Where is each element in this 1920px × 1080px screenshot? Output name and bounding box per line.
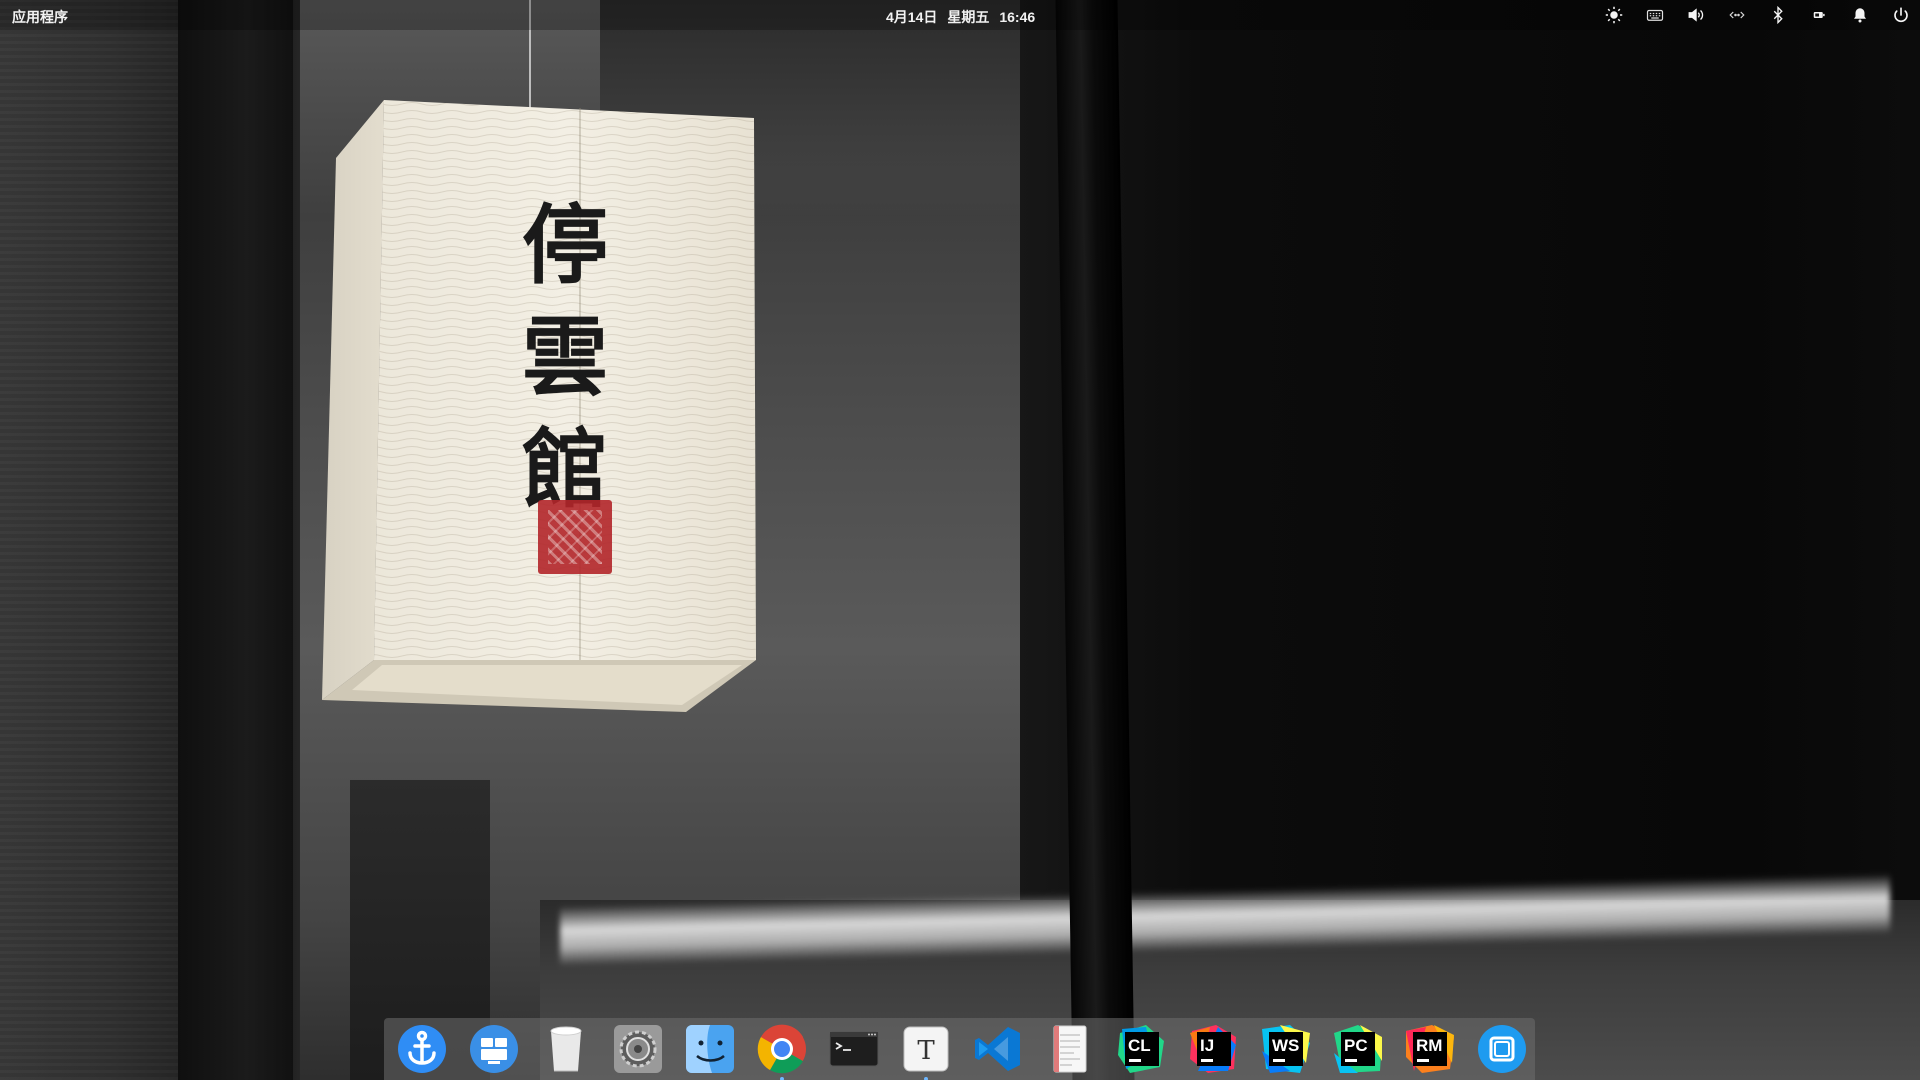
finder-icon[interactable] (684, 1023, 736, 1075)
clion-icon[interactable]: CL (1116, 1023, 1168, 1075)
intellij-icon[interactable]: IJ (1188, 1023, 1240, 1075)
anchor-icon[interactable] (396, 1023, 448, 1075)
power-icon[interactable] (1890, 4, 1912, 26)
webstorm-label: WS (1272, 1036, 1300, 1055)
clock[interactable]: 4月14日 星期五 16:46 (886, 7, 1045, 27)
notification-bell-icon[interactable] (1849, 4, 1871, 26)
clock-weekday: 星期五 (947, 9, 990, 25)
desktop-wallpaper: 停 雲 館 (0, 0, 1920, 1080)
lantern-char-1: 停 (522, 195, 608, 296)
applications-menu[interactable]: 应用程序 (12, 7, 68, 27)
lantern-char-2: 雲 (522, 307, 608, 408)
top-panel: 应用程序 4月14日 星期五 16:46 (0, 0, 1920, 30)
keyboard-icon[interactable] (1644, 4, 1666, 26)
pycharm-icon[interactable]: PC (1332, 1023, 1384, 1075)
clock-time: 16:46 (999, 9, 1036, 25)
wallpaper-left-wall (0, 0, 178, 1080)
workspaces-icon[interactable] (468, 1023, 520, 1075)
battery-icon[interactable] (1808, 4, 1830, 26)
volume-icon[interactable] (1685, 4, 1707, 26)
network-icon[interactable] (1726, 4, 1748, 26)
bluetooth-icon[interactable] (1767, 4, 1789, 26)
dock: T CL IJ WS PC RM (384, 1018, 1535, 1080)
rubymine-icon[interactable]: RM (1404, 1023, 1456, 1075)
document-viewer-icon[interactable] (1044, 1023, 1096, 1075)
wallpaper-left-shadow (178, 0, 293, 1080)
brightness-icon[interactable] (1603, 4, 1625, 26)
settings-gear-icon[interactable] (612, 1023, 664, 1075)
system-tray (1584, 4, 1912, 26)
typora-icon[interactable]: T (900, 1023, 952, 1080)
svg-text:T: T (917, 1036, 935, 1066)
lantern-calligraphy: 停 雲 館 (505, 190, 625, 526)
intellij-label: IJ (1200, 1036, 1215, 1055)
clock-date: 4月14日 (886, 9, 938, 25)
terminal-icon[interactable] (828, 1023, 880, 1075)
trash-icon[interactable] (540, 1023, 592, 1075)
clion-label: CL (1128, 1036, 1151, 1055)
pycharm-label: PC (1344, 1036, 1368, 1055)
vscode-icon[interactable] (972, 1023, 1024, 1075)
chrome-icon[interactable] (756, 1023, 808, 1080)
webstorm-icon[interactable]: WS (1260, 1023, 1312, 1075)
lantern-red-seal (538, 500, 612, 574)
window-manager-icon[interactable] (1476, 1023, 1528, 1075)
rubymine-label: RM (1416, 1036, 1443, 1055)
